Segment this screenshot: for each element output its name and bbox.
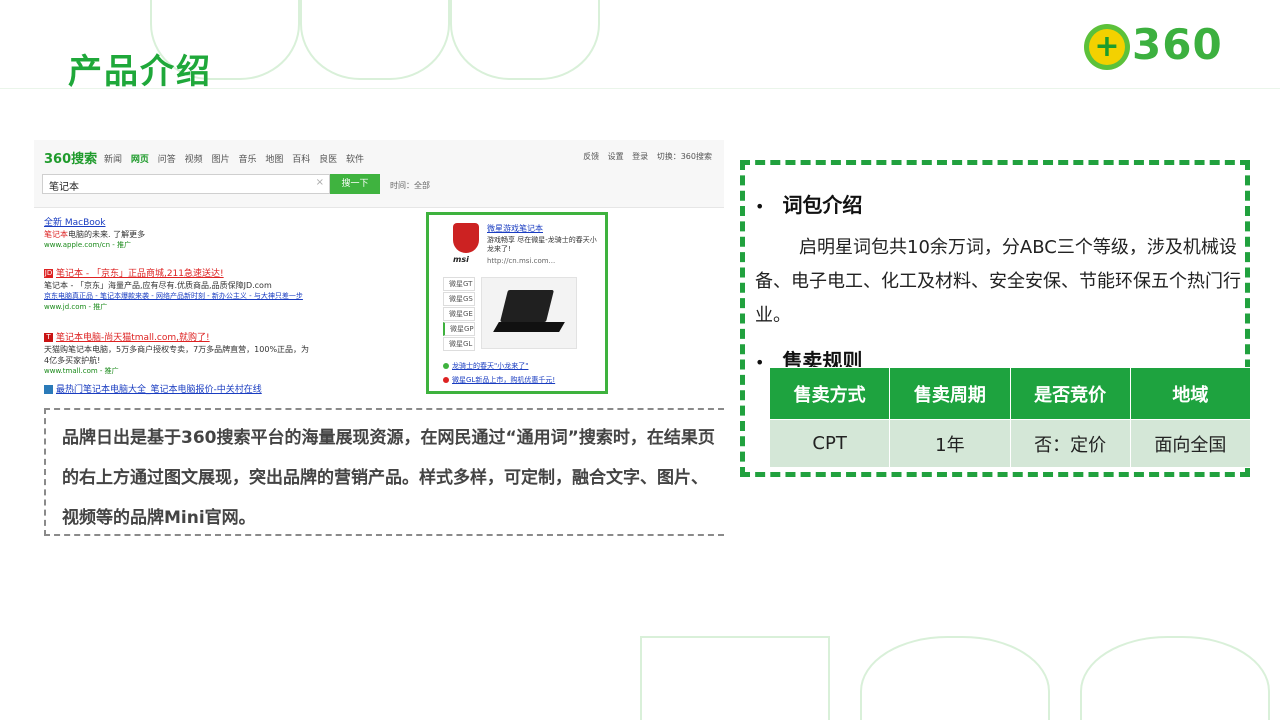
slide-title: 产品介绍 (68, 52, 212, 92)
logo-text: 360 (1132, 20, 1223, 69)
ad-tab[interactable]: 微星GT (443, 277, 475, 291)
table-header: 是否竞价 (1009, 367, 1131, 420)
ad-tab[interactable]: 微星GS (443, 292, 475, 306)
watermark-bottom-2 (860, 636, 1050, 720)
result-title[interactable]: 笔记本 - 「京东」正品商城,211急速送达! (56, 269, 224, 279)
nav-item[interactable]: 良医 (319, 155, 337, 165)
result-url: www.apple.com/cn - 推广 (44, 241, 131, 249)
ad-tabs: 微星GT 微星GS 微星GE 微星GP 微星GL (443, 277, 475, 352)
nav-item[interactable]: 音乐 (238, 155, 256, 165)
nav-item[interactable]: 软件 (346, 155, 364, 165)
brand-logo: + 360 (1084, 20, 1248, 72)
bullet-icon: • (755, 353, 765, 372)
ad-url: http://cn.msi.com... (487, 257, 556, 265)
ad-tab[interactable]: 微星GL (443, 337, 475, 351)
green-dot-icon (443, 363, 449, 369)
nav-item-active[interactable]: 网页 (131, 155, 149, 165)
table-cell: 面向全国 (1129, 419, 1252, 468)
bullet-icon: • (755, 197, 765, 216)
search-result: 全新 MacBook 笔记本电脑的未来. 了解更多 www.apple.com/… (44, 218, 314, 251)
feedback-link[interactable]: 反馈 (583, 152, 599, 161)
sales-rules-table: 售卖方式 售卖周期 是否竞价 地域 CPT 1年 否：定价 面向全国 (768, 367, 1252, 468)
search-input[interactable]: 笔记本 × (42, 174, 330, 194)
laptop-base-shape (493, 322, 565, 332)
laptop-image[interactable] (481, 277, 577, 349)
search-button[interactable]: 搜一下 (330, 174, 380, 194)
result-title[interactable]: 笔记本电脑-尚天猫tmall.com,就购了! (56, 333, 210, 343)
red-dot-icon (443, 377, 449, 383)
nav-item[interactable]: 问答 (158, 155, 176, 165)
search-query: 笔记本 (49, 182, 79, 193)
table-row: CPT 1年 否：定价 面向全国 (768, 419, 1252, 468)
ad-link[interactable]: 微星GL新品上市，购机优惠千元! (443, 375, 555, 385)
result-title-row: 最热门笔记本电脑大全_笔记本电脑报价-中关村在线 (44, 384, 314, 396)
result-url: www.jd.com - 推广 (44, 303, 108, 311)
result-title[interactable]: 最热门笔记本电脑大全_笔记本电脑报价-中关村在线 (56, 385, 262, 395)
switch-link[interactable]: 切换：360搜索 (657, 152, 712, 161)
ad-tab-active[interactable]: 微星GP (443, 322, 475, 336)
nav-item[interactable]: 地图 (265, 155, 283, 165)
ad-title[interactable]: 微星游戏笔记本 (487, 223, 543, 234)
search-logo: 360搜索 (44, 152, 98, 167)
msi-brand: msi (453, 255, 469, 264)
search-result: T 笔记本电脑-尚天猫tmall.com,就购了! 天猫购笔记本电脑，5万多商户授… (44, 332, 314, 377)
table-header: 地域 (1129, 367, 1252, 420)
ad-tab[interactable]: 微星GE (443, 307, 475, 321)
result-title-row: T 笔记本电脑-尚天猫tmall.com,就购了! (44, 332, 314, 344)
result-desc: 笔记本 - 「京东」海量产品,应有尽有.优质商品,品质保障JD.com (44, 281, 272, 290)
jd-badge-icon: JD (44, 269, 53, 278)
table-cell: 1年 (889, 419, 1011, 468)
ad-desc: 游戏畅享 尽在微星-龙骑士的春天小龙来了! (487, 236, 597, 253)
nav-item[interactable]: 图片 (212, 155, 230, 165)
table-header: 售卖周期 (889, 367, 1011, 420)
watermark-top-right (450, 0, 600, 80)
result-desc: 天猫购笔记本电脑，5万多商户授权专卖，7万多品牌直营，100%正品，为4亿多买家… (44, 345, 310, 365)
result-desc: 笔记本电脑的未来. 了解更多 (44, 230, 146, 239)
watermark-bottom-1 (640, 636, 830, 720)
table-cell: 否：定价 (1009, 419, 1131, 468)
msi-shield-icon (453, 223, 479, 253)
brand-ad-box[interactable]: msi 微星游戏笔记本 游戏畅享 尽在微星-龙骑士的春天小龙来了! http:/… (426, 212, 608, 394)
nav-item[interactable]: 新闻 (104, 155, 122, 165)
result-title[interactable]: 全新 MacBook (44, 218, 314, 229)
ad-link[interactable]: 龙骑士的春天"小龙来了" (443, 361, 528, 371)
table-header: 售卖方式 (768, 367, 891, 420)
search-result: 最热门笔记本电脑大全_笔记本电脑报价-中关村在线 (44, 384, 314, 396)
settings-link[interactable]: 设置 (608, 152, 624, 161)
search-header: 360搜索 新闻 网页 问答 视频 图片 音乐 地图 百科 良医 软件 反馈 设… (34, 140, 724, 208)
rules-panel: • 词包介绍 启明星词包共10余万词，分ABC三个等级，涉及机械设备、电子电工、化… (740, 160, 1252, 477)
watermark-bottom-3 (1080, 636, 1270, 720)
laptop-screen-shape (500, 290, 554, 322)
product-description: 品牌日出是基于360搜索平台的海量展现资源，在网民通过“通用词”搜索时，在结果页… (44, 408, 724, 536)
nav-item[interactable]: 视频 (185, 155, 203, 165)
result-title-row: JD 笔记本 - 「京东」正品商城,211急速送达! (44, 268, 314, 280)
section-intro-body: 启明星词包共10余万词，分ABC三个等级，涉及机械设备、电子电工、化工及材料、安… (755, 237, 1241, 326)
time-filter[interactable]: 时间：全部 (390, 180, 430, 191)
table-cell: CPT (768, 419, 891, 468)
search-results-screenshot: 360搜索 新闻 网页 问答 视频 图片 音乐 地图 百科 良医 软件 反馈 设… (34, 140, 724, 398)
search-top-links: 反馈 设置 登录 切换：360搜索 (577, 151, 712, 162)
tmall-badge-icon: T (44, 333, 53, 342)
logo-plus-icon: + (1094, 29, 1120, 64)
clear-icon[interactable]: × (316, 177, 324, 188)
section-heading-intro: • 词包介绍 (755, 193, 863, 217)
result-sitelinks[interactable]: 京东电脑真正品 - 笔记本爆款来袭 - 网络产品新时刻 - 新办公主义 - 与大… (44, 291, 314, 302)
nav-item[interactable]: 百科 (292, 155, 310, 165)
search-result: JD 笔记本 - 「京东」正品商城,211急速送达! 笔记本 - 「京东」海量产品… (44, 268, 314, 313)
watermark-top-mid (300, 0, 450, 80)
zol-badge-icon (44, 385, 53, 394)
search-nav: 新闻 网页 问答 视频 图片 音乐 地图 百科 良医 软件 (104, 152, 370, 165)
table-header-row: 售卖方式 售卖周期 是否竞价 地域 (768, 367, 1252, 420)
login-link[interactable]: 登录 (632, 152, 648, 161)
result-url: www.tmall.com - 推广 (44, 367, 119, 375)
